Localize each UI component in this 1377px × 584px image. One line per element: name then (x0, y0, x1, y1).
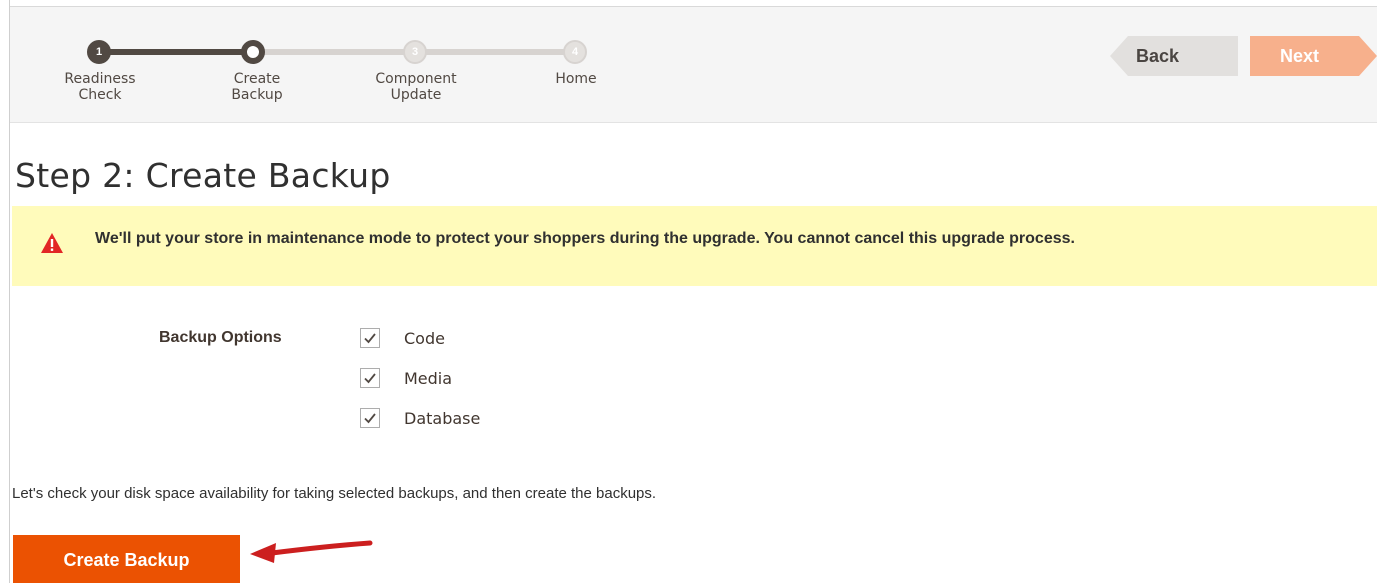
checkmark-icon (364, 413, 376, 424)
step-4-label: Home (511, 71, 641, 87)
step-1-label-line2: Check (78, 87, 122, 103)
step-1-label-line1: Readiness (64, 71, 136, 87)
notice-text: We'll put your store in maintenance mode… (95, 230, 1075, 247)
database-option-label: Database (404, 409, 481, 428)
step-4-label-line1: Home (555, 71, 597, 87)
step-3-label-line1: Component (375, 71, 457, 87)
step-2-label-line2: Backup (231, 87, 283, 103)
window-top-edge (0, 0, 1377, 7)
back-button[interactable]: Back (1110, 36, 1238, 76)
maintenance-notice: We'll put your store in maintenance mode… (12, 206, 1377, 286)
media-option-label: Media (404, 369, 453, 388)
step-1-label: Readiness Check (35, 71, 165, 103)
next-button[interactable]: Next (1250, 36, 1377, 76)
step-2-label-line1: Create (233, 71, 281, 87)
annotation-arrow-icon (250, 540, 373, 563)
step-4-marker: 4 (563, 40, 587, 64)
media-checkbox[interactable] (360, 368, 380, 388)
disk-space-hint: Let's check your disk space availability… (12, 485, 657, 502)
step-2-label: Create Backup (192, 71, 322, 103)
checkmark-icon (364, 333, 376, 344)
code-option-label: Code (404, 329, 445, 348)
database-checkbox[interactable] (360, 408, 380, 428)
step-1-marker: 1 (87, 40, 111, 64)
window-left-edge (0, 0, 10, 583)
warning-icon (41, 233, 63, 253)
step-3-marker: 3 (403, 40, 427, 64)
step-2-marker (241, 40, 265, 64)
backup-options-label: Backup Options (159, 329, 282, 346)
step-3-label-line2: Update (390, 87, 442, 103)
checkmark-icon (364, 373, 376, 384)
progress-track-completed (98, 49, 253, 55)
code-checkbox[interactable] (360, 328, 380, 348)
step-3-label: Component Update (351, 71, 481, 103)
create-backup-button[interactable]: Create Backup (13, 535, 240, 583)
page-title: Step 2: Create Backup (15, 156, 391, 195)
